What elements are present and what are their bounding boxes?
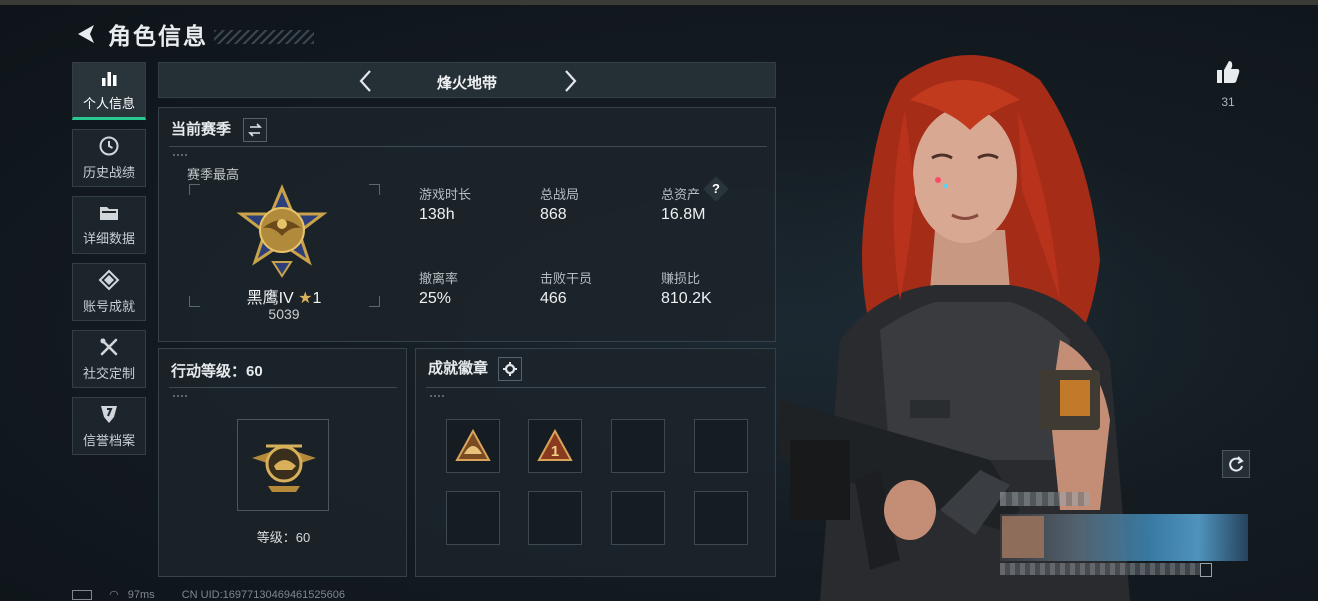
- decor-dots: [430, 395, 444, 397]
- sidebar-item-personal-info[interactable]: 个人信息: [72, 62, 146, 120]
- gear-icon: [503, 362, 518, 376]
- player-name-blurred: [1000, 492, 1090, 506]
- badge-slot-empty[interactable]: [446, 491, 500, 545]
- wifi-icon: ◠: [109, 589, 119, 601]
- mode-selector: 烽火地带: [158, 62, 776, 98]
- ping-value: 97ms: [127, 589, 155, 601]
- badge-slot-empty[interactable]: [611, 419, 665, 473]
- chevron-right-icon: [565, 70, 577, 92]
- player-id-blurred: [1000, 563, 1200, 575]
- help-icon: ?: [712, 181, 720, 196]
- copy-icon[interactable]: [1200, 563, 1212, 577]
- sidebar-item-detailed-data[interactable]: 详细数据: [72, 196, 146, 254]
- sidebar-item-label: 个人信息: [82, 96, 135, 111]
- sidebar-item-label: 账号成就: [82, 299, 135, 314]
- folder-icon: [100, 207, 118, 220]
- next-mode-button[interactable]: [559, 69, 581, 93]
- refresh-icon: [1229, 456, 1244, 472]
- badge-slot[interactable]: [446, 419, 500, 473]
- stat-label-playtime: 游戏时长: [419, 187, 472, 202]
- level-caption: 等级：60: [256, 530, 311, 545]
- badge-slot-empty[interactable]: [694, 419, 748, 473]
- badge-slot-empty[interactable]: [528, 491, 582, 545]
- badge-slot-empty[interactable]: [611, 491, 665, 545]
- bar-chart-icon: [102, 72, 117, 86]
- rank-points: 5039: [268, 306, 300, 322]
- mode-title: 烽火地带: [436, 75, 497, 92]
- battery-icon: [72, 590, 92, 601]
- season-panel: 当前赛季 赛季最高 黑鹰IV ★1 5039 游戏时长 138h 总战局 868…: [158, 107, 776, 342]
- page-title: 角色信息: [108, 23, 208, 49]
- rotate-model-button[interactable]: [1222, 450, 1250, 478]
- clock-icon: [99, 136, 119, 156]
- frame-corner: [189, 184, 200, 195]
- mountain-badge-icon: [455, 428, 491, 461]
- sidebar-item-achievements[interactable]: 账号成就: [72, 263, 146, 321]
- achievements-title: 成就徽章: [428, 360, 489, 378]
- achievement-settings-button[interactable]: [498, 357, 523, 381]
- avatar: [1002, 516, 1044, 558]
- helicopter-emblem-icon: [252, 444, 316, 492]
- shield-icon: [101, 406, 117, 423]
- profile-card-blurred: [1000, 514, 1248, 561]
- back-button[interactable]: [72, 20, 100, 48]
- level-title: 行动等级：60: [171, 363, 263, 380]
- stat-label-total-matches: 总战局: [540, 187, 580, 202]
- like-count: 31: [1221, 95, 1235, 109]
- sidebar-item-reputation[interactable]: 信誉档案: [72, 397, 146, 455]
- rank-emblem-icon: [236, 184, 328, 278]
- first-place-badge-icon: 1: [537, 428, 573, 461]
- thumbs-up-icon[interactable]: [1214, 58, 1242, 86]
- divider: [426, 387, 766, 388]
- sidebar-item-history[interactable]: 历史战绩: [72, 129, 146, 187]
- uid-text: CN UID:16977130469461525606: [181, 589, 346, 601]
- rank-line: 黑鹰IV ★1: [189, 284, 379, 308]
- stat-value-profit-loss: 810.2K: [661, 290, 712, 307]
- page-header: 角色信息: [72, 18, 314, 50]
- decor-dots: [173, 154, 187, 156]
- level-panel: 行动等级：60 等级：60: [158, 348, 407, 577]
- swap-icon: [248, 123, 263, 137]
- back-arrow-icon: [78, 25, 94, 43]
- badge-slot[interactable]: 1: [528, 419, 582, 473]
- stat-label-extraction-rate: 撤离率: [419, 271, 459, 286]
- stat-value-extraction-rate: 25%: [419, 290, 452, 307]
- sidebar-item-label: 历史战绩: [82, 165, 135, 180]
- frame-corner: [369, 184, 380, 195]
- title-decoration: [214, 30, 314, 44]
- top-border: [0, 0, 1318, 5]
- divider: [169, 146, 767, 147]
- decor-dots: [173, 395, 187, 397]
- divider: [169, 387, 397, 388]
- sidebar-item-social-custom[interactable]: 社交定制: [72, 330, 146, 388]
- stat-value-total-matches: 868: [540, 206, 567, 223]
- medal-icon: [98, 269, 120, 291]
- level-emblem-frame: [237, 419, 329, 511]
- sidebar-item-label: 详细数据: [82, 231, 135, 246]
- stat-label-profit-loss: 赚损比: [661, 271, 701, 286]
- achievements-header: 成就徽章: [428, 357, 523, 381]
- stat-value-total-assets: 16.8M: [661, 206, 706, 223]
- star-icon: ★: [298, 290, 313, 307]
- sidebar-item-label: 信誉档案: [82, 433, 135, 448]
- rank-stars: 1: [312, 290, 322, 307]
- sidebar-item-label: 社交定制: [82, 366, 135, 381]
- rank-name: 黑鹰IV: [246, 290, 294, 307]
- stat-value-operators-killed: 466: [540, 290, 567, 307]
- stat-value-playtime: 138h: [419, 206, 455, 223]
- badge-slot-empty[interactable]: [694, 491, 748, 545]
- sidebar: 个人信息 历史战绩 详细数据 账号成就 社交定制 信誉档案: [72, 62, 148, 464]
- season-best-label: 赛季最高: [187, 167, 240, 182]
- switch-season-button[interactable]: [243, 118, 268, 142]
- stat-label-total-assets: 总资产: [661, 187, 701, 202]
- achievements-panel: 成就徽章 1: [415, 348, 776, 577]
- stat-label-operators-killed: 击败干员: [540, 271, 593, 286]
- status-footer: ◠ 97ms CN UID:16977130469461525606: [72, 588, 345, 601]
- like-group: 31: [1212, 58, 1244, 109]
- season-header: 当前赛季: [171, 118, 268, 142]
- tools-icon: [100, 338, 118, 356]
- season-title: 当前赛季: [171, 121, 232, 139]
- svg-text:1: 1: [551, 443, 559, 460]
